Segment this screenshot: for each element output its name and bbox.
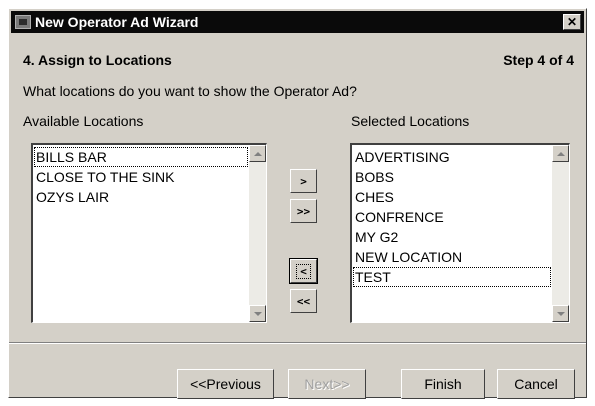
remove-location-button[interactable]: < xyxy=(289,258,318,284)
selected-locations-label: Selected Locations xyxy=(351,113,470,129)
remove-location-label: < xyxy=(296,263,311,279)
add-location-label: > xyxy=(300,174,307,188)
add-all-locations-label: >> xyxy=(296,204,311,218)
step-question: What locations do you want to show the O… xyxy=(23,83,357,99)
window-title: New Operator Ad Wizard xyxy=(35,14,199,30)
location-list-item[interactable]: TEST xyxy=(353,267,551,287)
step-counter: Step 4 of 4 xyxy=(503,52,574,68)
location-list-item[interactable]: BILLS BAR xyxy=(34,147,248,167)
add-all-locations-button[interactable]: >> xyxy=(290,199,317,223)
selected-locations-list[interactable]: ADVERTISING BOBS CHES CONFRENCE MY G2 NEW LOC… xyxy=(350,143,570,323)
wizard-dialog: New Operator Ad Wizard ✕ 4. Assign to Lo… xyxy=(8,8,587,399)
cancel-button[interactable]: Cancel xyxy=(497,369,575,399)
selected-locations-items: ADVERTISING BOBS CHES CONFRENCE MY G2 NEW LOC… xyxy=(353,147,551,287)
location-list-item[interactable]: CONFRENCE xyxy=(353,207,551,227)
location-list-item[interactable]: MY G2 xyxy=(353,227,551,247)
step-title: 4. Assign to Locations xyxy=(23,52,172,68)
available-locations-list[interactable]: BILLS BAR CLOSE TO THE SINK OZYS LAIR xyxy=(31,143,267,323)
add-location-button[interactable]: > xyxy=(290,169,317,193)
wizard-app-icon xyxy=(15,15,31,29)
location-list-item[interactable]: ADVERTISING xyxy=(353,147,551,167)
available-list-scrollbar[interactable] xyxy=(249,145,266,322)
scroll-down-arrow-icon[interactable] xyxy=(249,305,266,322)
remove-all-locations-button[interactable]: << xyxy=(290,289,317,313)
scroll-up-arrow-icon[interactable] xyxy=(249,145,266,162)
button-row-separator xyxy=(9,342,586,344)
scroll-down-arrow-icon[interactable] xyxy=(552,305,569,322)
close-icon[interactable]: ✕ xyxy=(563,14,581,30)
selected-list-scrollbar[interactable] xyxy=(552,145,569,322)
previous-button[interactable]: <<Previous xyxy=(177,369,274,399)
available-locations-label: Available Locations xyxy=(23,113,144,129)
available-locations-items: BILLS BAR CLOSE TO THE SINK OZYS LAIR xyxy=(34,147,248,207)
finish-button[interactable]: Finish xyxy=(401,369,485,399)
next-button[interactable]: Next>> xyxy=(288,369,366,399)
location-list-item[interactable]: CLOSE TO THE SINK xyxy=(34,167,248,187)
title-bar: New Operator Ad Wizard ✕ xyxy=(11,11,584,33)
scroll-up-arrow-icon[interactable] xyxy=(552,145,569,162)
remove-all-locations-label: << xyxy=(296,294,311,308)
location-list-item[interactable]: NEW LOCATION xyxy=(353,247,551,267)
location-list-item[interactable]: BOBS xyxy=(353,167,551,187)
location-list-item[interactable]: CHES xyxy=(353,187,551,207)
location-list-item[interactable]: OZYS LAIR xyxy=(34,187,248,207)
